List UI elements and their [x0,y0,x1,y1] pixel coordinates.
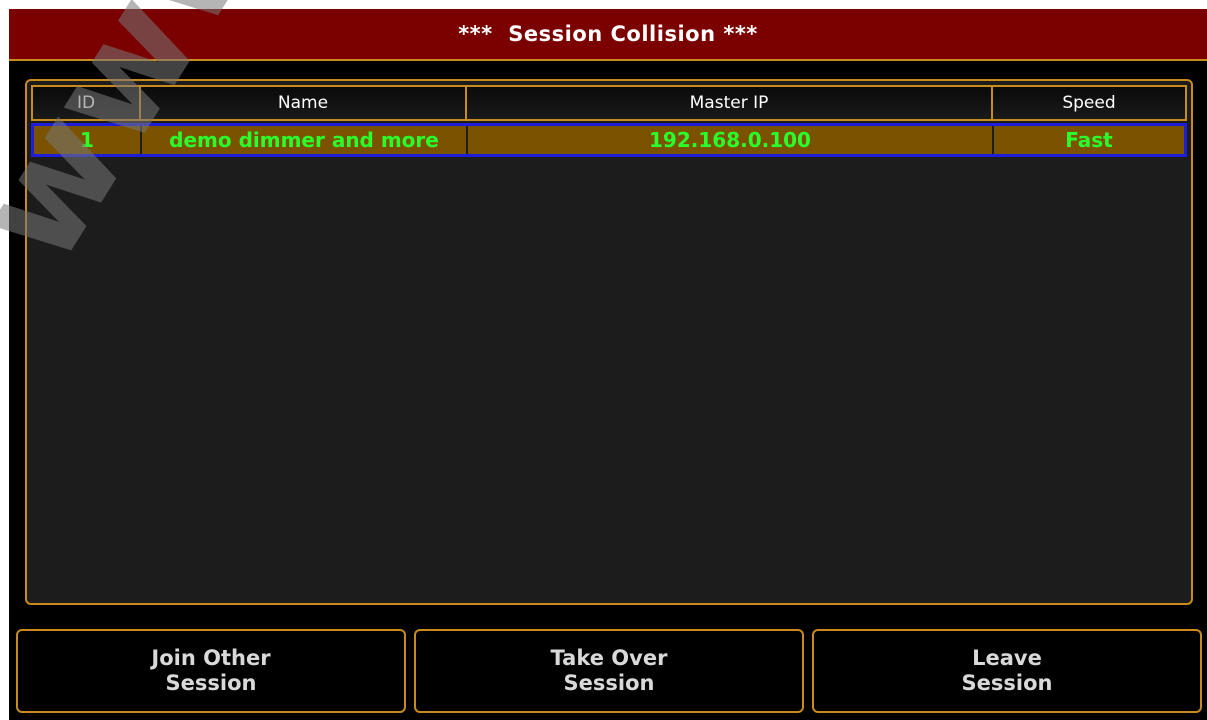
session-table: ID Name Master IP Speed 1 demo dimmer an… [31,85,1187,157]
leave-session-button[interactable]: Leave Session [812,629,1202,713]
session-collision-dialog: *** Session Collision *** ID Name Master… [9,9,1207,720]
takeover-button-label-line1: Take Over [550,646,668,670]
session-table-panel: ID Name Master IP Speed 1 demo dimmer an… [25,79,1193,605]
join-button-label-line2: Session [165,671,257,695]
join-other-session-button[interactable]: Join Other Session [16,629,406,713]
leave-button-label-line2: Session [961,671,1053,695]
table-header-row: ID Name Master IP Speed [31,85,1187,121]
table-row[interactable]: 1 demo dimmer and more 192.168.0.100 Fas… [31,123,1187,157]
column-header-name[interactable]: Name [139,87,465,119]
column-header-speed[interactable]: Speed [991,87,1185,119]
title-bar: *** Session Collision *** [9,9,1207,61]
column-header-master-ip[interactable]: Master IP [465,87,991,119]
column-header-id[interactable]: ID [33,87,139,119]
cell-name[interactable]: demo dimmer and more [140,126,466,154]
takeover-button-label-line2: Session [563,671,655,695]
join-button-label-line1: Join Other [151,646,271,670]
cell-id[interactable]: 1 [34,126,140,154]
take-over-session-button[interactable]: Take Over Session [414,629,804,713]
action-button-bar: Join Other Session Take Over Session Lea… [16,629,1202,713]
leave-button-label-line1: Leave [972,646,1042,670]
cell-master-ip[interactable]: 192.168.0.100 [466,126,992,154]
dialog-title: *** Session Collision *** [458,22,758,46]
cell-speed[interactable]: Fast [992,126,1184,154]
